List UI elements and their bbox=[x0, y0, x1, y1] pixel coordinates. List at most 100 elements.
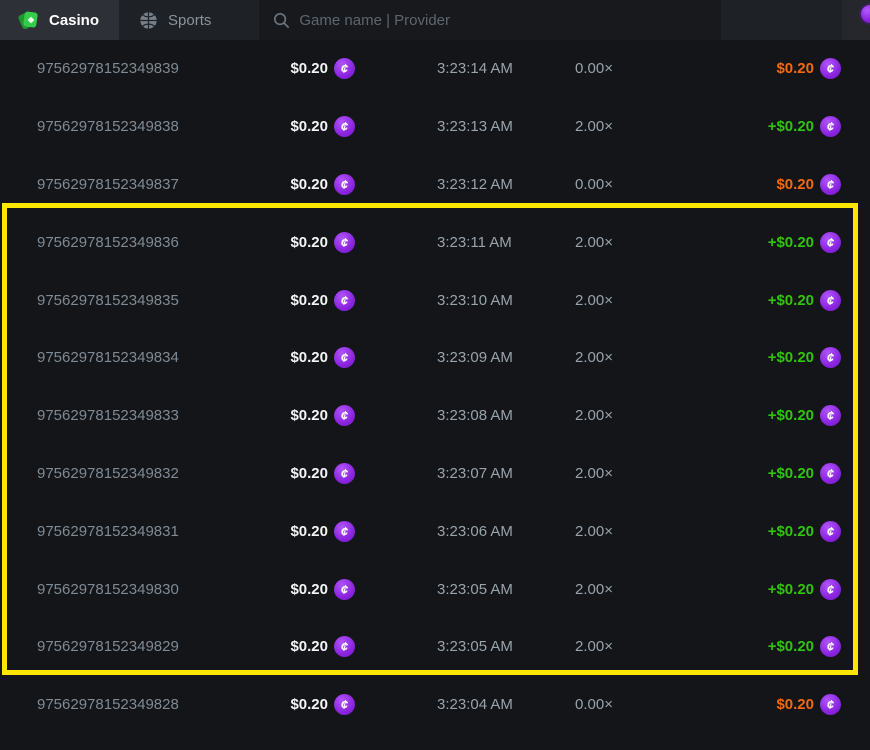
tab-sports-label: Sports bbox=[168, 12, 211, 29]
coin-icon: ¢ bbox=[820, 636, 841, 657]
search-bar[interactable] bbox=[259, 0, 721, 40]
bet-payout-value: +$0.20 bbox=[768, 638, 814, 655]
coin-icon: ¢ bbox=[820, 521, 841, 542]
coin-icon: ¢ bbox=[820, 58, 841, 79]
coin-icon: ¢ bbox=[334, 694, 355, 715]
bet-payout: +$0.20 ¢ bbox=[695, 521, 841, 542]
table-row[interactable]: 97562978152349829 $0.20 ¢ 3:23:05 AM 2.0… bbox=[0, 618, 870, 676]
bet-multiplier: 2.00× bbox=[575, 581, 695, 598]
table-row[interactable]: 97562978152349836 $0.20 ¢ 3:23:11 AM 2.0… bbox=[0, 213, 870, 271]
bet-payout: $0.20 ¢ bbox=[695, 58, 841, 79]
bet-multiplier: 2.00× bbox=[575, 638, 695, 655]
bet-amount-value: $0.20 bbox=[290, 176, 328, 193]
bet-payout-value: +$0.20 bbox=[768, 523, 814, 540]
coin-icon: ¢ bbox=[334, 290, 355, 311]
bet-amount-value: $0.20 bbox=[290, 349, 328, 366]
bet-payout-value: $0.20 bbox=[776, 176, 814, 193]
bet-id: 97562978152349838 bbox=[37, 118, 283, 135]
table-row[interactable]: 97562978152349838 $0.20 ¢ 3:23:13 AM 2.0… bbox=[0, 98, 870, 156]
bet-multiplier: 2.00× bbox=[575, 465, 695, 482]
tab-casino[interactable]: Casino bbox=[0, 0, 119, 40]
bet-multiplier: 2.00× bbox=[575, 349, 695, 366]
table-row[interactable]: 97562978152349831 $0.20 ¢ 3:23:06 AM 2.0… bbox=[0, 502, 870, 560]
bet-payout-value: +$0.20 bbox=[768, 581, 814, 598]
bet-payout: $0.20 ¢ bbox=[695, 174, 841, 195]
bet-payout-value: $0.20 bbox=[776, 60, 814, 77]
bet-payout: +$0.20 ¢ bbox=[695, 636, 841, 657]
bet-amount-value: $0.20 bbox=[290, 407, 328, 424]
table-row[interactable]: 97562978152349834 $0.20 ¢ 3:23:09 AM 2.0… bbox=[0, 329, 870, 387]
bet-time: 3:23:04 AM bbox=[437, 696, 575, 713]
bet-payout-value: +$0.20 bbox=[768, 349, 814, 366]
coin-icon: ¢ bbox=[334, 521, 355, 542]
table-row[interactable]: 97562978152349832 $0.20 ¢ 3:23:07 AM 2.0… bbox=[0, 445, 870, 503]
bet-amount-value: $0.20 bbox=[290, 118, 328, 135]
nav-right-panel bbox=[842, 0, 870, 40]
coin-icon: ¢ bbox=[820, 405, 841, 426]
search-input[interactable] bbox=[299, 12, 707, 29]
bet-id: 97562978152349828 bbox=[37, 696, 283, 713]
table-row[interactable]: 97562978152349830 $0.20 ¢ 3:23:05 AM 2.0… bbox=[0, 560, 870, 618]
bet-multiplier: 0.00× bbox=[575, 176, 695, 193]
bet-amount-value: $0.20 bbox=[290, 523, 328, 540]
bet-time: 3:23:05 AM bbox=[437, 638, 575, 655]
bet-amount: $0.20 ¢ bbox=[283, 463, 437, 484]
bet-id: 97562978152349833 bbox=[37, 407, 283, 424]
casino-cards-icon bbox=[20, 11, 39, 30]
bet-multiplier: 2.00× bbox=[575, 292, 695, 309]
bet-amount-value: $0.20 bbox=[290, 581, 328, 598]
bet-amount: $0.20 ¢ bbox=[283, 174, 437, 195]
bet-amount-value: $0.20 bbox=[290, 696, 328, 713]
bet-id: 97562978152349829 bbox=[37, 638, 283, 655]
bet-time: 3:23:07 AM bbox=[437, 465, 575, 482]
tab-sports[interactable]: Sports bbox=[119, 0, 231, 40]
bet-multiplier: 0.00× bbox=[575, 60, 695, 77]
bet-id: 97562978152349836 bbox=[37, 234, 283, 251]
bet-payout-value: +$0.20 bbox=[768, 292, 814, 309]
bet-id: 97562978152349835 bbox=[37, 292, 283, 309]
bet-payout-value: +$0.20 bbox=[768, 118, 814, 135]
bet-amount: $0.20 ¢ bbox=[283, 521, 437, 542]
bet-amount-value: $0.20 bbox=[290, 234, 328, 251]
bet-payout-value: $0.20 bbox=[776, 696, 814, 713]
coin-icon: ¢ bbox=[820, 347, 841, 368]
coin-icon: ¢ bbox=[334, 116, 355, 137]
table-rows: 97562978152349839 $0.20 ¢ 3:23:14 AM 0.0… bbox=[0, 40, 870, 734]
coin-icon: ¢ bbox=[820, 694, 841, 715]
bet-multiplier: 0.00× bbox=[575, 696, 695, 713]
bet-history-table: 97562978152349839 $0.20 ¢ 3:23:14 AM 0.0… bbox=[0, 40, 870, 734]
bet-payout: $0.20 ¢ bbox=[695, 694, 841, 715]
table-row[interactable]: 97562978152349837 $0.20 ¢ 3:23:12 AM 0.0… bbox=[0, 156, 870, 214]
bet-amount: $0.20 ¢ bbox=[283, 636, 437, 657]
bet-time: 3:23:14 AM bbox=[437, 60, 575, 77]
bet-amount: $0.20 ¢ bbox=[283, 579, 437, 600]
bet-amount-value: $0.20 bbox=[290, 465, 328, 482]
table-row[interactable]: 97562978152349839 $0.20 ¢ 3:23:14 AM 0.0… bbox=[0, 40, 870, 98]
bet-time: 3:23:05 AM bbox=[437, 581, 575, 598]
coin-icon: ¢ bbox=[820, 463, 841, 484]
bet-time: 3:23:12 AM bbox=[437, 176, 575, 193]
bet-payout-value: +$0.20 bbox=[768, 465, 814, 482]
bet-amount-value: $0.20 bbox=[290, 292, 328, 309]
bet-time: 3:23:11 AM bbox=[437, 234, 575, 251]
bet-id: 97562978152349834 bbox=[37, 349, 283, 366]
table-row[interactable]: 97562978152349835 $0.20 ¢ 3:23:10 AM 2.0… bbox=[0, 271, 870, 329]
bet-id: 97562978152349832 bbox=[37, 465, 283, 482]
table-row[interactable]: 97562978152349833 $0.20 ¢ 3:23:08 AM 2.0… bbox=[0, 387, 870, 445]
bet-payout: +$0.20 ¢ bbox=[695, 232, 841, 253]
balance-coin-icon[interactable] bbox=[859, 3, 870, 25]
bet-id: 97562978152349831 bbox=[37, 523, 283, 540]
bet-amount: $0.20 ¢ bbox=[283, 694, 437, 715]
bet-payout: +$0.20 ¢ bbox=[695, 463, 841, 484]
bet-amount-value: $0.20 bbox=[290, 60, 328, 77]
coin-icon: ¢ bbox=[334, 405, 355, 426]
coin-icon: ¢ bbox=[820, 579, 841, 600]
bet-payout: +$0.20 ¢ bbox=[695, 347, 841, 368]
coin-icon: ¢ bbox=[334, 579, 355, 600]
coin-icon: ¢ bbox=[334, 174, 355, 195]
coin-icon: ¢ bbox=[820, 116, 841, 137]
tab-casino-label: Casino bbox=[49, 12, 99, 29]
coin-icon: ¢ bbox=[334, 58, 355, 79]
bet-amount: $0.20 ¢ bbox=[283, 58, 437, 79]
table-row[interactable]: 97562978152349828 $0.20 ¢ 3:23:04 AM 0.0… bbox=[0, 676, 870, 734]
